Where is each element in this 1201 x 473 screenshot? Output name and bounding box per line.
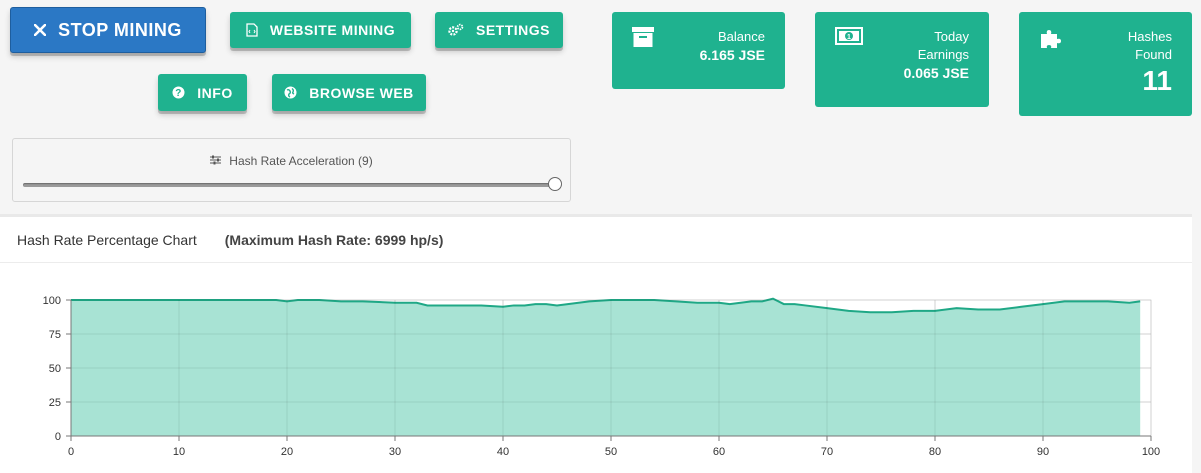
y-tick-label: 75 [49,329,61,341]
today-earnings-label-line2: Earnings [917,47,969,62]
info-button[interactable]: ? INFO [158,74,247,111]
series-area [71,298,1141,436]
website-mining-button[interactable]: WEBSITE MINING [230,12,411,48]
x-tick-label: 100 [1142,446,1160,458]
hash-rate-acceleration-panel: Hash Rate Acceleration (9) [12,138,571,202]
x-tick-label: 40 [497,446,509,458]
x-tick-label: 70 [821,446,833,458]
balance-card: Balance 6.165 JSE [612,12,785,89]
close-icon [34,24,47,36]
website-mining-label: WEBSITE MINING [269,22,396,38]
x-tick-label: 20 [281,446,293,458]
x-tick-label: 0 [68,446,74,458]
gears-icon [448,23,464,37]
hash-rate-acceleration-label: Hash Rate Acceleration (9) [229,154,373,168]
today-earnings-label-line1: Today [934,29,969,44]
x-tick-label: 30 [389,446,401,458]
puzzle-icon [1039,28,1063,55]
x-tick-label: 80 [929,446,941,458]
question-circle-icon: ? [172,86,185,99]
hash-rate-slider-track[interactable] [23,183,555,187]
hash-rate-chart-panel: Hash Rate Percentage Chart (Maximum Hash… [0,214,1192,473]
code-file-icon [246,23,258,37]
x-tick-label: 90 [1037,446,1049,458]
browse-web-label: BROWSE WEB [309,84,414,101]
stop-mining-label: STOP MINING [58,19,182,40]
money-icon: 1 [835,27,863,50]
hashes-found-label-line1: Hashes [1127,29,1172,44]
today-earnings-value: 0.065 JSE [903,65,969,81]
x-tick-label: 10 [173,446,185,458]
sliders-icon [210,154,222,168]
balance-value: 6.165 JSE [699,47,765,63]
svg-text:1: 1 [847,34,851,41]
y-tick-label: 25 [49,397,61,409]
archive-icon [632,27,654,52]
y-tick-label: 0 [55,431,61,443]
hash-rate-slider-handle[interactable] [548,177,562,191]
browse-web-button[interactable]: BROWSE WEB [272,74,426,111]
today-earnings-card: 1 Today Earnings 0.065 JSE [815,12,989,107]
info-label: INFO [197,84,233,101]
globe-icon [284,86,297,99]
hash-rate-area-chart: 0 10 20 30 40 50 60 70 80 90 100 0 25 50 75 100 [43,295,1161,458]
y-tick-label: 100 [43,295,61,307]
hashes-found-card: Hashes Found 11 [1019,12,1192,116]
x-tick-label: 60 [713,446,725,458]
settings-button[interactable]: SETTINGS [435,12,563,48]
svg-text:?: ? [175,88,182,99]
chart-title: Hash Rate Percentage Chart [17,231,197,248]
hashes-found-label-line2: Found [1135,47,1172,62]
hashes-found-value: 11 [1142,65,1172,96]
balance-label: Balance [718,29,765,44]
stop-mining-button[interactable]: STOP MINING [10,7,206,53]
chart-subtitle: (Maximum Hash Rate: 6999 hp/s) [224,231,444,248]
x-tick-label: 50 [605,446,617,458]
y-tick-label: 50 [49,363,61,375]
settings-label: SETTINGS [475,22,550,38]
